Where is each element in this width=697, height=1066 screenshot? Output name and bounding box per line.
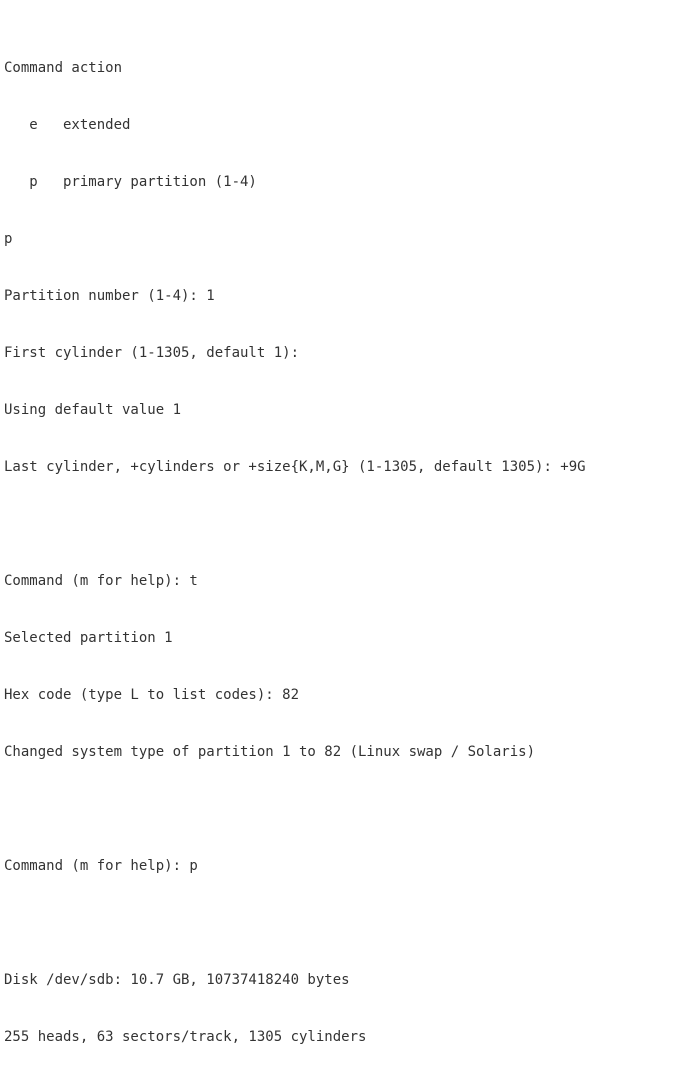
output-line: Using default value 1 (4, 402, 182, 418)
output-line: First cylinder (1-1305, default 1): (4, 345, 300, 361)
output-line-blank (4, 515, 697, 534)
output-line-blank (4, 914, 697, 933)
output-line: 255 heads, 63 sectors/track, 1305 cylind… (4, 1029, 367, 1045)
output-line: Partition number (1-4): 1 (4, 288, 215, 304)
output-line: p primary partition (1-4) (4, 174, 257, 190)
output-line-blank (4, 800, 697, 819)
terminal-output: Command action e extended p primary part… (0, 0, 697, 1066)
output-line: Command action (4, 60, 123, 76)
output-line: p (4, 231, 13, 247)
output-line: Last cylinder, +cylinders or +size{K,M,G… (4, 459, 586, 475)
output-line: Disk /dev/sdb: 10.7 GB, 10737418240 byte… (4, 972, 350, 988)
output-line: Command (m for help): t (4, 573, 198, 589)
output-line: Hex code (type L to list codes): 82 (4, 687, 300, 703)
output-line: Command (m for help): p (4, 858, 198, 874)
output-line: Changed system type of partition 1 to 82… (4, 744, 536, 760)
output-line: Selected partition 1 (4, 630, 173, 646)
output-line: e extended (4, 117, 131, 133)
